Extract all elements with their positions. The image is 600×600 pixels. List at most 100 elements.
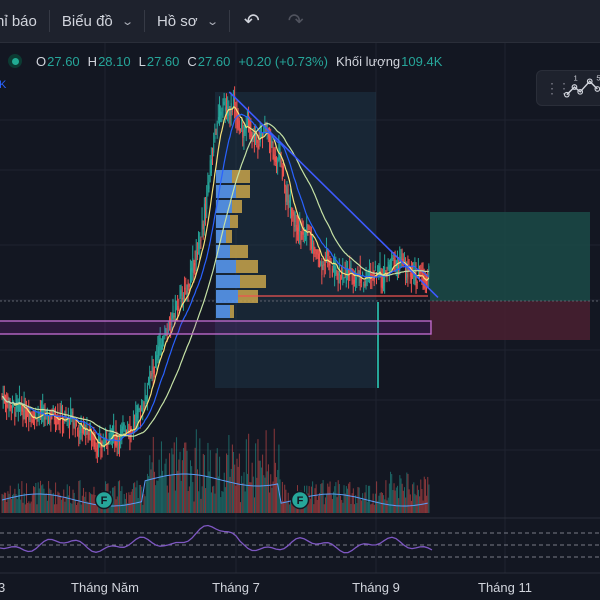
candle-body: [138, 409, 140, 411]
volume-bar: [93, 486, 95, 513]
volume-bar: [49, 488, 51, 513]
volume-bar: [227, 454, 229, 513]
volume-bar: [342, 502, 344, 513]
redo-button[interactable]: ↷: [274, 0, 318, 42]
volume-bar: [237, 466, 239, 513]
drawing-widget[interactable]: ⋮⋮ 1 5: [536, 70, 600, 106]
chart-menu-button[interactable]: Biểu đồ ⌄: [50, 0, 144, 42]
candle-body: [410, 272, 412, 280]
candle-body: [124, 430, 126, 434]
candle-body: [113, 425, 115, 435]
volume-bar: [321, 483, 323, 513]
volume-bar: [191, 466, 193, 513]
candle-body: [158, 342, 160, 356]
candle-body: [291, 209, 293, 218]
volume-bar: [414, 493, 416, 513]
chart-canvas[interactable]: F F 3 Tháng Năm Tháng 7 Tháng 9 Tháng 11: [0, 0, 600, 600]
volume-bar: [184, 442, 186, 513]
candle-body: [294, 211, 296, 223]
candle-body: [49, 415, 51, 423]
candle-body: [96, 444, 98, 456]
volume-bar: [38, 488, 40, 513]
volume-bar: [155, 485, 157, 513]
volume-bar: [365, 484, 367, 513]
volume-bar: [178, 459, 180, 513]
candle-body: [400, 253, 402, 261]
volume-bar: [317, 496, 319, 513]
profile-menu-button[interactable]: Hồ sơ ⌄: [145, 0, 229, 42]
undo-button[interactable]: ↶: [230, 0, 274, 42]
candle-body: [95, 448, 97, 450]
volume-bar: [158, 459, 160, 513]
candle-body: [237, 115, 239, 129]
candle-body: [319, 255, 321, 257]
volume-bar: [393, 483, 395, 513]
indicators-button[interactable]: hỉ báo: [0, 0, 49, 42]
support-zone: [0, 320, 432, 335]
volume-bar: [41, 485, 43, 513]
volume-bar: [81, 495, 83, 513]
candle-body: [314, 247, 316, 251]
candle-body: [196, 251, 198, 258]
candle-body: [22, 411, 24, 421]
volume-bar: [130, 491, 132, 513]
candle-body: [416, 282, 418, 284]
volume-profile-row: [240, 275, 266, 288]
candle-body: [135, 412, 137, 422]
candle-body: [79, 423, 81, 433]
candle-body: [192, 258, 194, 273]
candle-body: [185, 290, 187, 295]
candle-body: [243, 125, 245, 139]
volume-bar: [14, 488, 16, 513]
volume-bar: [167, 492, 169, 513]
candle-body: [240, 128, 242, 131]
candle-body: [212, 155, 214, 157]
volume-bar: [428, 484, 430, 513]
drag-handle-icon[interactable]: ⋮⋮: [545, 81, 571, 95]
candle-body: [301, 229, 303, 235]
f-marker[interactable]: F: [290, 490, 310, 510]
volume-bar: [422, 500, 424, 513]
candle-body: [190, 268, 192, 285]
volume-bar: [123, 493, 125, 513]
candle-body: [160, 344, 162, 350]
svg-text:F: F: [101, 495, 108, 507]
volume-bar: [381, 492, 383, 513]
volume-bar: [337, 480, 339, 513]
volume-bar: [62, 498, 64, 513]
volume-bar: [143, 494, 145, 513]
candle-body: [251, 134, 253, 137]
volume-bar: [416, 485, 418, 513]
volume-bar: [413, 482, 415, 513]
volume-bar: [8, 493, 10, 513]
volume-bar: [64, 501, 66, 513]
candle-body: [172, 305, 174, 319]
candle-body: [270, 140, 272, 153]
candle-body: [226, 106, 228, 112]
candle-body: [176, 307, 178, 309]
volume-bar: [274, 462, 276, 513]
volume-bar: [208, 471, 210, 513]
volume-bar: [23, 493, 25, 513]
candle-body: [421, 272, 423, 276]
candle-body: [326, 249, 328, 254]
volume-bar: [316, 499, 318, 513]
volume-bar: [145, 480, 147, 513]
f-marker[interactable]: F: [94, 490, 114, 510]
volume-bar: [340, 495, 342, 513]
volume-bar: [404, 487, 406, 513]
chevron-down-icon: ⌄: [205, 15, 219, 28]
volume-bar: [80, 504, 82, 513]
volume-bar: [134, 482, 136, 513]
position-target-zone: [430, 212, 590, 301]
volume-bar: [353, 504, 355, 513]
candle-body: [24, 409, 26, 420]
candle-body: [312, 236, 314, 242]
volume-bar: [412, 484, 414, 513]
candle-body: [352, 279, 354, 284]
volume-bar: [169, 453, 171, 513]
candle-body: [287, 195, 289, 210]
candle-body: [134, 422, 136, 424]
volume-bar: [84, 496, 86, 513]
candle-body: [303, 235, 305, 237]
